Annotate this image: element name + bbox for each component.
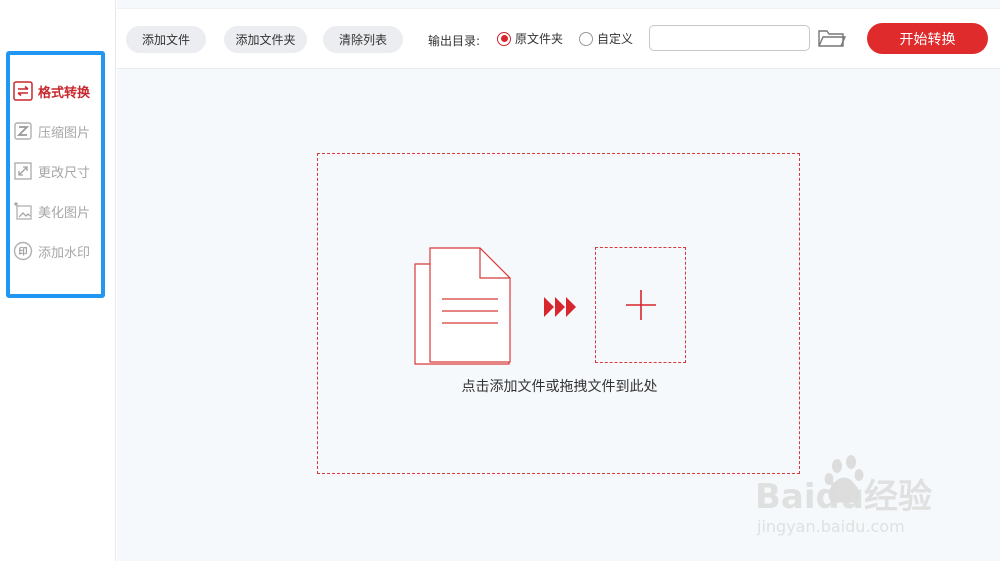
- sidebar-item-label: 压缩图片: [38, 125, 91, 141]
- svg-text:印: 印: [18, 246, 27, 258]
- radio-label: 自定义: [597, 32, 634, 46]
- radio-original-folder[interactable]: 原文件夹: [497, 30, 563, 47]
- swap-arrows-icon: [12, 81, 33, 102]
- forward-arrows-icon: [544, 297, 576, 317]
- document-icon: [414, 247, 511, 365]
- output-path-input[interactable]: [649, 25, 810, 51]
- radio-label: 原文件夹: [515, 32, 564, 46]
- file-dropzone[interactable]: 点击添加文件或拖拽文件到此处: [317, 153, 800, 474]
- folder-open-icon[interactable]: [817, 27, 847, 49]
- radio-dot: [497, 31, 511, 46]
- start-convert-button[interactable]: 开始转换: [867, 23, 988, 54]
- radio-custom[interactable]: 自定义: [579, 30, 633, 47]
- sidebar-item-resize[interactable]: 更改尺寸: [12, 159, 90, 183]
- sidebar-item-compress[interactable]: 压缩图片: [12, 119, 90, 143]
- add-file-button[interactable]: 添加文件: [126, 26, 206, 53]
- beautify-icon: [12, 201, 33, 222]
- sidebar-item-format-convert[interactable]: 格式转换: [12, 79, 90, 103]
- stamp-icon: 印: [12, 241, 33, 262]
- clear-list-button[interactable]: 清除列表: [323, 26, 403, 53]
- sidebar-item-label: 添加水印: [38, 245, 91, 261]
- dropzone-hint: 点击添加文件或拖拽文件到此处: [461, 379, 658, 395]
- output-dir-label: 输出目录:: [428, 34, 481, 48]
- radio-dot: [579, 31, 593, 46]
- add-folder-button[interactable]: 添加文件夹: [224, 26, 307, 53]
- sidebar-item-label: 美化图片: [38, 205, 91, 221]
- resize-icon: [12, 161, 33, 182]
- sidebar-item-beautify[interactable]: 美化图片: [12, 199, 90, 223]
- sidebar-item-watermark[interactable]: 印 添加水印: [12, 239, 90, 263]
- toolbar: 添加文件 添加文件夹 清除列表 输出目录: 原文件夹 自定义 开始转换: [117, 8, 1000, 69]
- sidebar-item-label: 格式转换: [38, 85, 91, 101]
- compress-icon: [12, 121, 33, 142]
- plus-icon: [625, 290, 656, 320]
- main-area: 添加文件 添加文件夹 清除列表 输出目录: 原文件夹 自定义 开始转换 点击添加…: [117, 0, 1000, 561]
- app-window: 格式转换 压缩图片 更改尺寸 美化图片 印 添加水印 添加文件 添加文件夹 清除…: [0, 0, 1000, 561]
- add-file-plus-box[interactable]: [595, 247, 686, 363]
- sidebar-item-label: 更改尺寸: [38, 165, 91, 181]
- sidebar: 格式转换 压缩图片 更改尺寸 美化图片 印 添加水印: [0, 0, 116, 561]
